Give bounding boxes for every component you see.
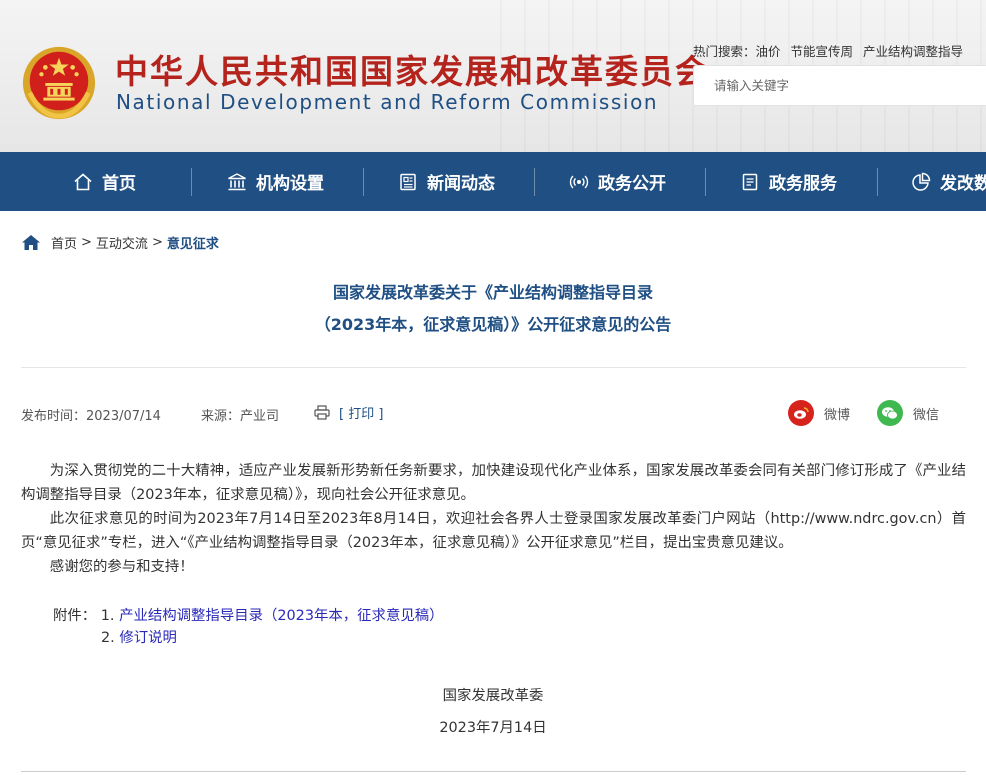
nav-label: 首页 xyxy=(102,174,136,194)
nav-divider xyxy=(191,168,192,196)
main-nav: 首页 机构设置 新闻动态 政务公开 政务服务 发改数 xyxy=(0,152,986,211)
home-icon[interactable] xyxy=(21,234,41,251)
attachment-row: 2. 修订说明 xyxy=(101,626,177,650)
printer-icon xyxy=(314,405,330,420)
attachment-row: 附件： 1. 产业结构调整指导目录（2023年本，征求意见稿） xyxy=(53,604,444,628)
hot-search-link[interactable]: 产业结构调整指导 xyxy=(863,44,963,59)
article-title-line1: 国家发展改革委关于《产业结构调整指导目录 xyxy=(332,283,653,302)
breadcrumb-interaction[interactable]: 互动交流 xyxy=(96,233,148,252)
nav-label: 新闻动态 xyxy=(427,174,495,194)
breadcrumb-home[interactable]: 首页 xyxy=(51,233,77,252)
hot-search-link[interactable]: 节能宣传周 xyxy=(791,44,854,59)
search-box xyxy=(693,65,986,106)
national-emblem-icon[interactable] xyxy=(20,44,98,122)
nav-item-home[interactable]: 首页 xyxy=(73,152,136,211)
nav-label: 机构设置 xyxy=(256,174,324,194)
breadcrumb: 首页 > 互动交流 > 意见征求 xyxy=(21,233,219,252)
building-icon xyxy=(228,172,246,190)
share-wechat-button[interactable]: 微信 xyxy=(877,400,939,426)
nav-divider xyxy=(705,168,706,196)
share-weibo-button[interactable]: 微博 xyxy=(788,400,850,426)
footer-divider xyxy=(21,771,966,772)
hot-search-label: 热门搜索： xyxy=(693,44,756,59)
hot-search: 热门搜索：油价 节能宣传周 产业结构调整指导 xyxy=(693,41,969,60)
nav-divider xyxy=(534,168,535,196)
print-label: [ 打印 ] xyxy=(339,407,384,422)
attachment-link[interactable]: 修订说明 xyxy=(119,630,177,646)
breadcrumb-separator: > xyxy=(151,235,163,250)
article-paragraph: 此次征求意见的时间为2023年7月14日至2023年8月14日，欢迎社会各界人士… xyxy=(21,511,966,551)
nav-item-government-affairs[interactable]: 政务公开 xyxy=(569,152,666,211)
home-icon xyxy=(74,172,92,190)
site-title-cn: 中华人民共和国国家发展和改革委员会 xyxy=(115,52,710,91)
attachment-index: 2. xyxy=(101,630,115,646)
share-wechat-label: 微信 xyxy=(913,407,940,423)
nav-item-government-services[interactable]: 政务服务 xyxy=(740,152,837,211)
broadcast-icon xyxy=(569,175,589,188)
nav-item-organization[interactable]: 机构设置 xyxy=(227,152,324,211)
title-divider xyxy=(21,367,966,368)
article-source: 来源：产业司 xyxy=(201,409,280,424)
share-weibo-label: 微博 xyxy=(824,407,851,423)
attachment-link[interactable]: 产业结构调整指导目录（2023年本，征求意见稿） xyxy=(119,608,443,624)
hot-search-link[interactable]: 油价 xyxy=(756,44,781,59)
site-title-en: National Development and Reform Commissi… xyxy=(116,90,659,114)
search-input[interactable] xyxy=(694,66,974,105)
article-body: 为深入贯彻党的二十大精神，适应产业发展新形势新任务新要求，加快建设现代化产业体系… xyxy=(21,459,966,579)
nav-divider xyxy=(363,168,364,196)
signature: 国家发展改革委 xyxy=(442,688,544,704)
wechat-icon xyxy=(877,400,903,426)
nav-divider xyxy=(877,168,878,196)
breadcrumb-separator: > xyxy=(81,235,92,250)
document-icon xyxy=(742,173,758,190)
signature-date: 2023年7月14日 xyxy=(439,720,547,736)
site-header: 中华人民共和国国家发展和改革委员会 National Development a… xyxy=(0,0,986,152)
article-paragraph: 为深入贯彻党的二十大精神，适应产业发展新形势新任务新要求，加快建设现代化产业体系… xyxy=(21,463,966,503)
nav-label: 政务公开 xyxy=(598,174,666,194)
attachments-label: 附件： xyxy=(53,608,97,624)
newspaper-icon xyxy=(400,173,416,190)
article-title-line2: （2023年本，征求意见稿）》公开征求意见的公告 xyxy=(314,315,672,334)
nav-label: 发改数 xyxy=(940,174,986,194)
article-paragraph: 感谢您的参与和支持！ xyxy=(49,559,194,575)
pie-chart-icon xyxy=(912,172,931,191)
nav-item-data[interactable]: 发改数 xyxy=(911,152,986,211)
breadcrumb-current[interactable]: 意见征求 xyxy=(167,233,219,252)
attachment-index: 1. xyxy=(100,608,115,624)
print-button[interactable]: [ 打印 ] xyxy=(314,403,383,422)
nav-item-news[interactable]: 新闻动态 xyxy=(398,152,495,211)
publish-time: 发布时间：2023/07/14 xyxy=(21,409,161,424)
weibo-icon xyxy=(788,400,814,426)
nav-label: 政务服务 xyxy=(769,174,837,194)
